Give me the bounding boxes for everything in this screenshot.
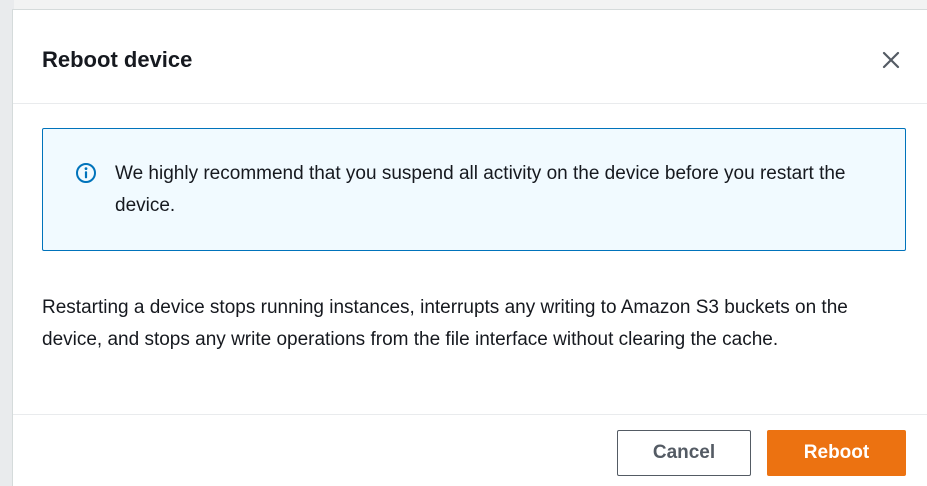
- dialog-title: Reboot device: [42, 47, 193, 72]
- cancel-button[interactable]: Cancel: [617, 430, 751, 476]
- dialog-header: Reboot device: [13, 10, 927, 104]
- dialog-footer: Cancel Reboot: [13, 414, 927, 486]
- reboot-device-dialog: Reboot device We highly recommend that y…: [12, 9, 927, 486]
- close-icon: [882, 51, 900, 69]
- page-background: Reboot device We highly recommend that y…: [0, 0, 927, 486]
- reboot-button[interactable]: Reboot: [767, 430, 906, 476]
- close-button[interactable]: [877, 46, 905, 74]
- info-alert: We highly recommend that you suspend all…: [42, 128, 906, 251]
- alert-message: We highly recommend that you suspend all…: [115, 163, 846, 216]
- info-icon: [76, 163, 96, 183]
- dialog-description: Restarting a device stops running instan…: [42, 297, 848, 350]
